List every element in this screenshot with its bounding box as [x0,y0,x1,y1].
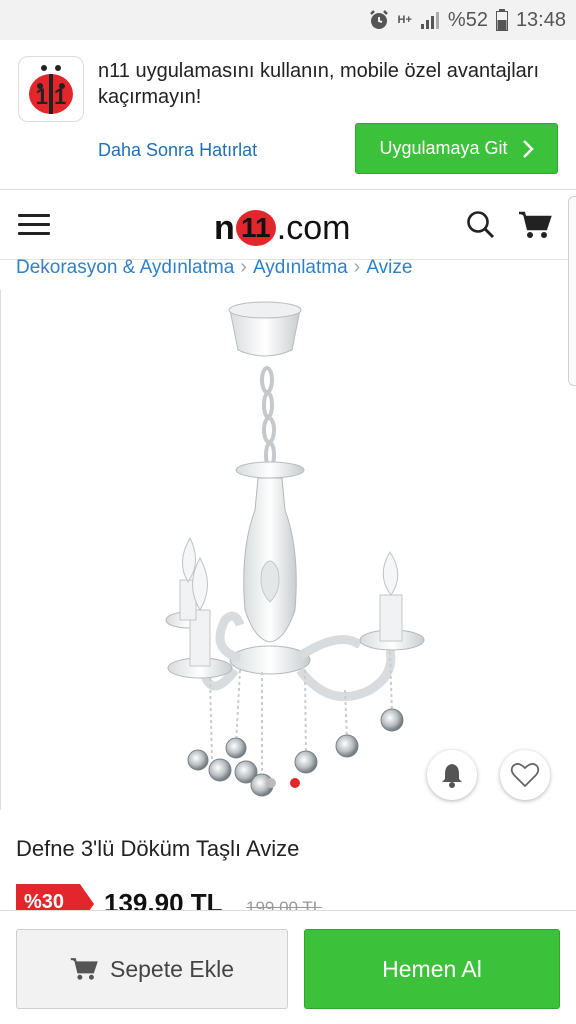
signal-icon [420,12,439,29]
price-alert-button[interactable] [427,750,477,800]
network-type-label: H+ [397,14,412,26]
breadcrumb-separator-icon: › [240,256,247,278]
go-to-app-button[interactable]: Uygulamaya Git [355,123,558,174]
favorite-button[interactable] [500,750,550,800]
breadcrumb-item[interactable]: Dekorasyon & Aydınlatma [16,257,234,279]
price-row: %30 139,90 TL 199,00 TL [16,882,576,912]
breadcrumb-item[interactable]: Avize [366,257,412,279]
breadcrumb-separator-icon: › [353,256,361,278]
cart-icon [70,958,98,980]
product-title: Defne 3'lü Döküm Taşlı Avize [16,836,300,861]
search-icon[interactable] [466,210,496,240]
battery-percent: %52 [447,8,488,31]
bell-icon [442,764,462,788]
site-logo[interactable]: n 11 .com [214,204,350,248]
alarm-icon [369,10,388,29]
battery-icon [495,9,508,31]
app-install-banner: 1 1 n11 uygulamasını kullanın, mobile öz… [0,40,576,190]
logo-11-text: 11 [240,212,271,243]
svg-text:1 1: 1 1 [36,84,67,109]
gallery-dot-active[interactable] [290,778,300,788]
clock: 13:48 [515,8,566,31]
go-to-app-label: Uygulamaya Git [379,138,508,158]
remind-later-link[interactable]: Daha Sonra Hatırlat [98,140,257,161]
ladybug-logo-icon: 1 1 [29,65,73,114]
breadcrumb-item[interactable]: Aydınlatma [253,257,348,279]
discount-badge: %30 [16,884,94,912]
bottom-action-bar: Sepete Ekle Hemen Al [0,910,576,1024]
cart-icon[interactable] [518,210,552,240]
logo-11: 11 [235,210,276,246]
status-bar: H+ %52 13:48 [0,0,576,40]
logo-n: n [214,209,235,247]
product-image [165,301,425,797]
menu-icon[interactable] [18,214,50,236]
n11-app-logo: 1 1 [18,56,84,122]
buy-now-label: Hemen Al [382,955,482,982]
heart-icon [510,763,540,788]
buy-now-button[interactable]: Hemen Al [304,929,560,1009]
breadcrumb: Dekorasyon & Aydınlatma › Aydınlatma › A… [16,256,412,279]
gallery-pagination [266,778,300,788]
banner-message: n11 uygulamasını kullanın, mobile özel a… [98,60,539,108]
gallery-dot[interactable] [266,778,276,788]
site-header: n 11 .com [0,190,570,260]
product-price: 139,90 TL [104,888,223,912]
add-to-cart-button[interactable]: Sepete Ekle [16,929,288,1009]
product-image-gallery[interactable] [0,290,570,810]
add-to-cart-label: Sepete Ekle [109,955,235,982]
logo-suffix: .com [276,209,351,247]
chevron-right-icon [522,139,534,158]
